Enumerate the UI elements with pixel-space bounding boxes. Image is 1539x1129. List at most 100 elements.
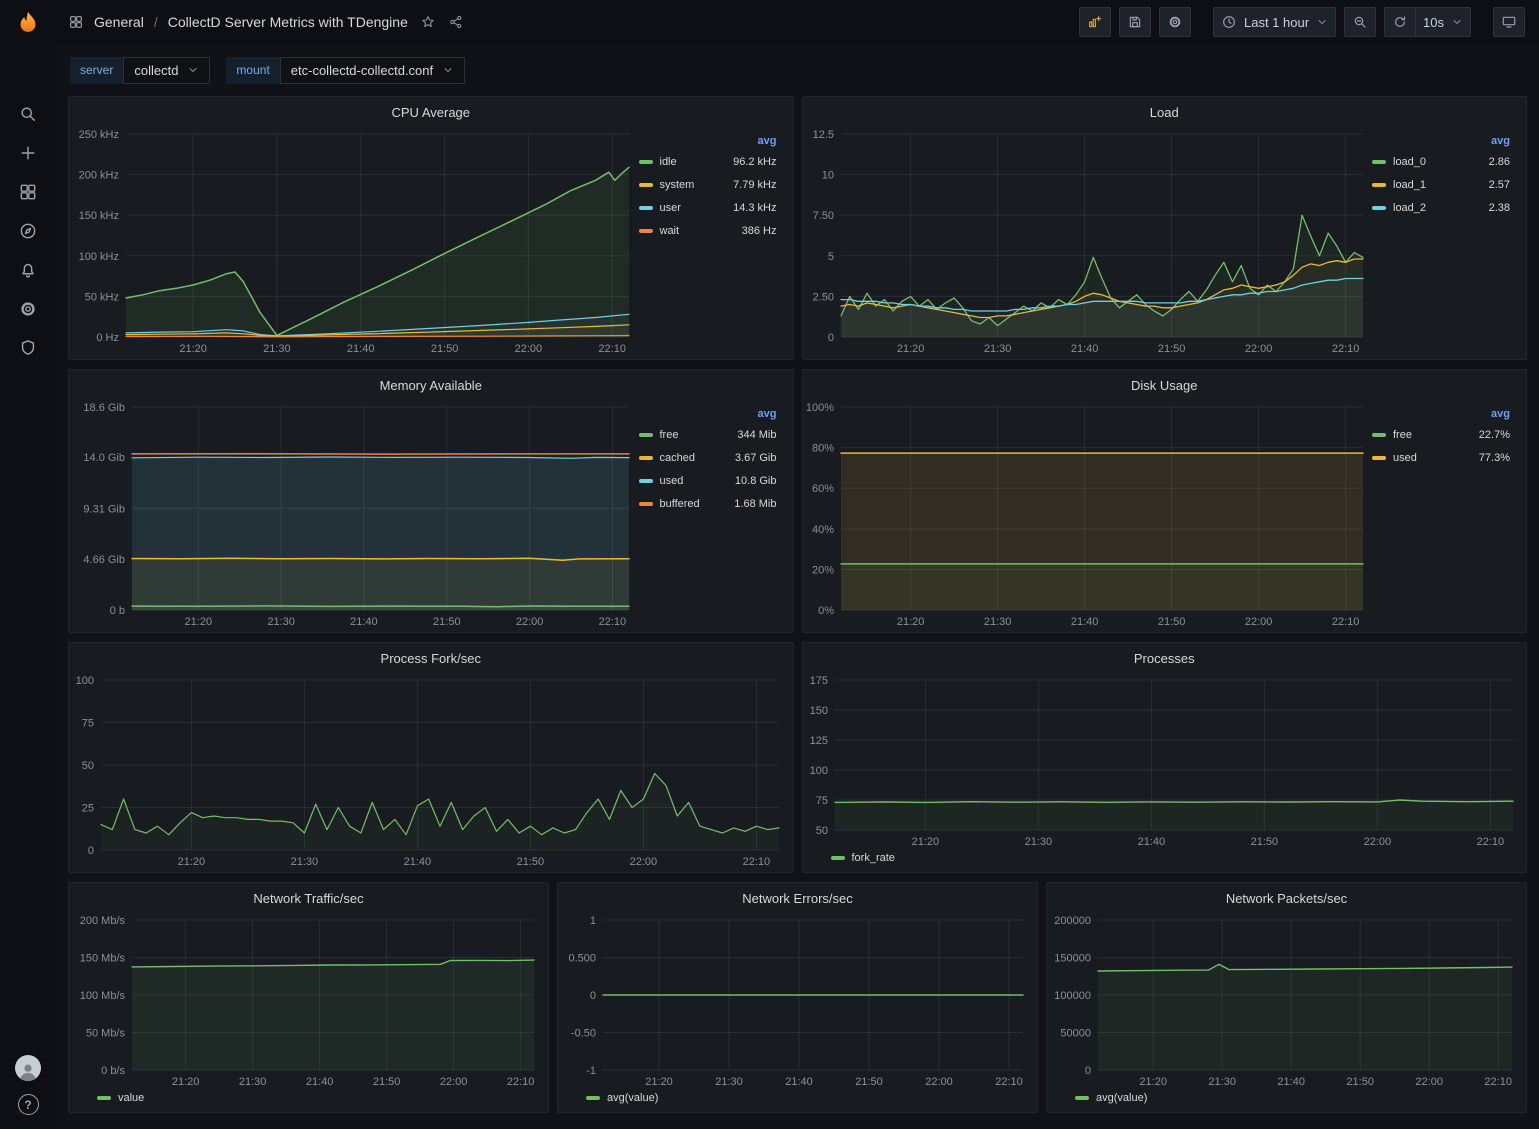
variable-server-label: server bbox=[70, 57, 123, 84]
chart-svg: 0 b4.66 Gib9.31 Gib14.0 Gib18.6 Gib21:20… bbox=[71, 400, 637, 628]
panel-title[interactable]: Process Fork/sec bbox=[381, 651, 481, 666]
sidebar-create-button[interactable] bbox=[0, 133, 56, 172]
svg-text:21:30: 21:30 bbox=[267, 616, 295, 628]
panel-header[interactable]: Load bbox=[803, 97, 1527, 127]
legend-series-name: buffered bbox=[660, 498, 700, 510]
processes-chart[interactable]: 507510012515017521:2021:3021:4021:5022:0… bbox=[805, 673, 1521, 848]
svg-text:50: 50 bbox=[815, 825, 827, 837]
panel-header[interactable]: Disk Usage bbox=[803, 370, 1527, 400]
panel-title[interactable]: Network Packets/sec bbox=[1226, 891, 1347, 906]
time-range-picker-button[interactable]: Last 1 hour bbox=[1213, 7, 1336, 37]
legend-series-swatch bbox=[639, 183, 653, 187]
svg-text:125: 125 bbox=[809, 735, 827, 747]
legend-item[interactable]: free344 Mib bbox=[639, 423, 777, 446]
legend-item[interactable]: fork_rate bbox=[831, 848, 895, 868]
variable-server-picker[interactable]: collectd bbox=[123, 57, 210, 84]
svg-text:21:30: 21:30 bbox=[983, 343, 1011, 355]
save-dashboard-button[interactable] bbox=[1119, 7, 1151, 37]
share-dashboard-button[interactable] bbox=[448, 14, 464, 30]
legend-item[interactable]: cached3.67 Gib bbox=[639, 446, 777, 469]
legend-series-swatch bbox=[97, 1096, 111, 1100]
grafana-app: ? General / CollectD Server Metrics with… bbox=[0, 0, 1539, 1129]
legend-item[interactable]: user14.3 kHz bbox=[639, 196, 777, 219]
dashboard-settings-button[interactable] bbox=[1159, 7, 1191, 37]
legend-series-value: 7.79 kHz bbox=[733, 179, 776, 191]
user-avatar[interactable] bbox=[15, 1055, 41, 1081]
sidebar-search-button[interactable] bbox=[0, 94, 56, 133]
legend-item[interactable]: system7.79 kHz bbox=[639, 173, 777, 196]
svg-text:5: 5 bbox=[827, 251, 833, 263]
star-dashboard-button[interactable] bbox=[420, 14, 436, 30]
load-legend: avgload_02.86load_12.57load_22.38 bbox=[1370, 127, 1520, 355]
variable-mount-picker[interactable]: etc-collectd-collectd.conf bbox=[280, 57, 465, 84]
panel-header[interactable]: Network Errors/sec bbox=[558, 883, 1037, 913]
breadcrumb-folder-link[interactable]: General bbox=[94, 14, 144, 30]
legend-item[interactable]: avg(value) bbox=[586, 1088, 658, 1108]
panel-header[interactable]: Network Traffic/sec bbox=[69, 883, 548, 913]
panel-title[interactable]: Load bbox=[1150, 105, 1179, 120]
panel-title[interactable]: Memory Available bbox=[380, 378, 482, 393]
legend-item[interactable]: free22.7% bbox=[1372, 423, 1510, 446]
panel-title[interactable]: Network Traffic/sec bbox=[253, 891, 363, 906]
svg-text:150 kHz: 150 kHz bbox=[79, 210, 119, 222]
legend-series-swatch bbox=[1372, 160, 1386, 164]
sidebar-configuration-button[interactable] bbox=[0, 289, 56, 328]
help-button[interactable]: ? bbox=[18, 1094, 39, 1115]
process-fork-chart[interactable]: 025507510021:2021:3021:4021:5022:0022:10 bbox=[71, 673, 787, 868]
legend-series-value: 2.57 bbox=[1489, 179, 1510, 191]
zoom-out-time-button[interactable] bbox=[1344, 7, 1376, 37]
cpu-average-legend: avgidle96.2 kHzsystem7.79 kHzuser14.3 kH… bbox=[637, 127, 787, 355]
panel-header[interactable]: Memory Available bbox=[69, 370, 793, 400]
legend-series-name: load_0 bbox=[1393, 156, 1426, 168]
svg-text:22:10: 22:10 bbox=[507, 1076, 535, 1088]
panel-processes: Processes 507510012515017521:2021:3021:4… bbox=[802, 642, 1528, 873]
svg-text:75: 75 bbox=[815, 795, 827, 807]
legend-series-name: free bbox=[660, 429, 679, 441]
svg-text:21:50: 21:50 bbox=[373, 1076, 401, 1088]
dashboard-title[interactable]: CollectD Server Metrics with TDengine bbox=[168, 14, 408, 30]
refresh-button[interactable] bbox=[1384, 7, 1416, 37]
panel-header[interactable]: Processes bbox=[803, 643, 1527, 673]
legend-item[interactable]: wait386 Hz bbox=[639, 219, 777, 242]
sidebar: ? bbox=[0, 0, 56, 1129]
network-packets-chart[interactable]: 05000010000015000020000021:2021:3021:402… bbox=[1049, 913, 1520, 1088]
legend-item[interactable]: used77.3% bbox=[1372, 446, 1510, 469]
svg-text:0.500: 0.500 bbox=[568, 953, 596, 965]
legend-item[interactable]: used10.8 Gib bbox=[639, 469, 777, 492]
legend-item[interactable]: load_12.57 bbox=[1372, 173, 1510, 196]
legend-item[interactable]: idle96.2 kHz bbox=[639, 150, 777, 173]
svg-text:22:10: 22:10 bbox=[1331, 616, 1359, 628]
legend-series-swatch bbox=[639, 456, 653, 460]
panel-title[interactable]: Disk Usage bbox=[1131, 378, 1197, 393]
load-chart[interactable]: 02.5057.501012.521:2021:3021:4021:5022:0… bbox=[805, 127, 1371, 355]
panel-title[interactable]: Processes bbox=[1134, 651, 1195, 666]
legend-item[interactable]: buffered1.68 Mib bbox=[639, 492, 777, 515]
network-traffic-chart[interactable]: 0 b/s50 Mb/s100 Mb/s150 Mb/s200 Mb/s21:2… bbox=[71, 913, 542, 1088]
grafana-logo-button[interactable] bbox=[0, 0, 56, 48]
panel-header[interactable]: CPU Average bbox=[69, 97, 793, 127]
panel-title[interactable]: Network Errors/sec bbox=[742, 891, 853, 906]
legend-item[interactable]: load_02.86 bbox=[1372, 150, 1510, 173]
panel-header[interactable]: Network Packets/sec bbox=[1047, 883, 1526, 913]
sidebar-explore-button[interactable] bbox=[0, 211, 56, 250]
panel-header[interactable]: Process Fork/sec bbox=[69, 643, 793, 673]
sidebar-server-admin-button[interactable] bbox=[0, 328, 56, 367]
network-errors-chart[interactable]: -1-0.5000.500121:2021:3021:4021:5022:002… bbox=[560, 913, 1031, 1088]
cycle-view-button[interactable] bbox=[1493, 7, 1525, 37]
legend-item[interactable]: avg(value) bbox=[1075, 1088, 1147, 1108]
svg-text:4.66 Gib: 4.66 Gib bbox=[83, 554, 125, 566]
zoom-out-icon bbox=[1352, 14, 1368, 30]
disk-usage-chart[interactable]: 0%20%40%60%80%100%21:2021:3021:4021:5022… bbox=[805, 400, 1371, 628]
legend-item[interactable]: load_22.38 bbox=[1372, 196, 1510, 219]
sidebar-dashboards-button[interactable] bbox=[0, 172, 56, 211]
add-panel-button[interactable] bbox=[1079, 7, 1111, 37]
refresh-interval-button[interactable]: 10s bbox=[1416, 7, 1471, 37]
memory-available-chart[interactable]: 0 b4.66 Gib9.31 Gib14.0 Gib18.6 Gib21:20… bbox=[71, 400, 637, 628]
sidebar-alerting-button[interactable] bbox=[0, 250, 56, 289]
refresh-icon bbox=[1392, 14, 1408, 30]
panel-title[interactable]: CPU Average bbox=[391, 105, 470, 120]
svg-text:21:50: 21:50 bbox=[1346, 1076, 1374, 1088]
legend-item[interactable]: value bbox=[97, 1088, 144, 1108]
svg-text:200000: 200000 bbox=[1054, 915, 1091, 927]
cpu-average-chart[interactable]: 0 Hz50 kHz100 kHz150 kHz200 kHz250 kHz21… bbox=[71, 127, 637, 355]
